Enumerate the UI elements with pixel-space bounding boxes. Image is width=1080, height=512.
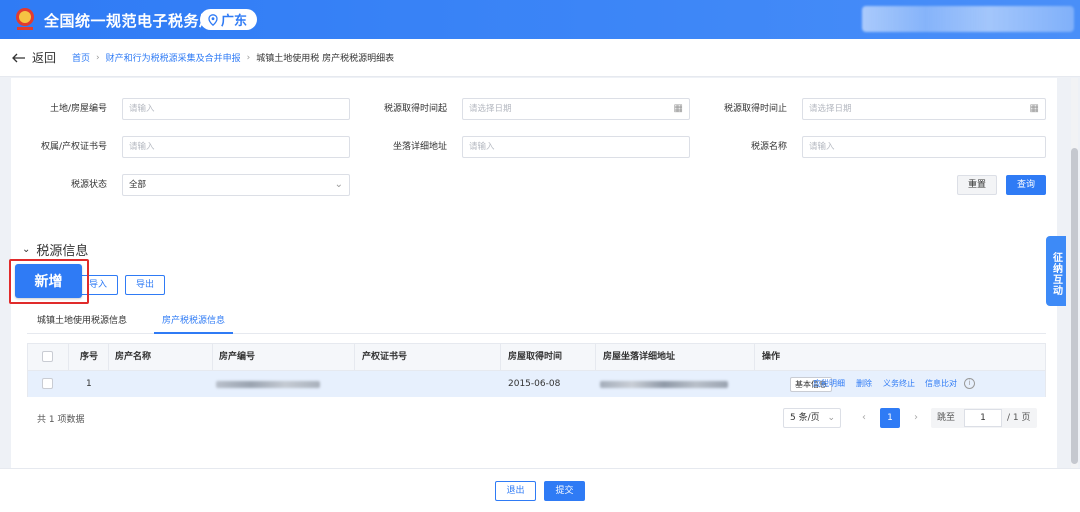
acquire-end-placeholder: 请选择日期 <box>809 104 852 114</box>
total-count: 共 1 项数据 <box>37 415 85 425</box>
section-title: 税源信息 <box>36 244 89 259</box>
breadcrumb-property-tax[interactable]: 财产和行为税税源采集及合并申报 <box>106 51 241 64</box>
delete-link[interactable]: 删除 <box>856 371 872 397</box>
status-value: 全部 <box>129 180 147 190</box>
main-panel: 土地/房屋编号 请输入 税源取得时间起 请选择日期 ▦ 税源取得时间止 请选择日… <box>11 78 1057 468</box>
chevron-right-icon: › <box>96 52 100 63</box>
chevron-down-icon: ⌄ <box>22 244 31 255</box>
col-address: 房屋坐落详细地址 <box>603 352 676 362</box>
col-acquire-date: 房屋取得时间 <box>508 352 563 362</box>
jump-label: 跳至 <box>937 413 956 423</box>
row-index: 1 <box>86 379 92 389</box>
jump-input[interactable]: 1 <box>964 409 1002 427</box>
tax-source-table: 序号 房产名称 房产编号 产权证书号 房屋取得时间 房屋坐落详细地址 操作 1 … <box>27 343 1046 397</box>
acquire-start-label: 税源取得时间起 <box>383 104 447 114</box>
col-index: 序号 <box>80 352 99 362</box>
property-cert-input[interactable]: 请输入 <box>122 136 350 158</box>
status-select[interactable]: 全部 ⌄ <box>122 174 350 196</box>
breadcrumb: 首页 › 财产和行为税税源采集及合并申报 › 城镇土地使用税 房产税税源明细表 <box>72 51 395 65</box>
arrow-left-icon <box>12 53 25 62</box>
region-selector[interactable]: 广东 <box>200 9 258 30</box>
chevron-down-icon: ⌄ <box>827 413 835 423</box>
tab-land-use-tax[interactable]: 城镇土地使用税源信息 <box>37 312 127 334</box>
section-header[interactable]: ⌄ 税源信息 <box>22 240 88 259</box>
page-size-value: 5 条/页 <box>790 413 820 423</box>
app-title: 全国统一规范电子税务局 <box>44 12 215 30</box>
chevron-down-icon: ⌄ <box>334 179 343 190</box>
region-label: 广东 <box>221 14 248 29</box>
add-button[interactable]: 新增 <box>15 264 82 298</box>
row-address-redacted <box>600 381 728 388</box>
row-code-redacted <box>216 381 320 388</box>
page-number-current[interactable]: 1 <box>880 408 900 428</box>
calendar-icon: ▦ <box>1029 103 1039 114</box>
back-button[interactable]: 返回 <box>12 49 56 66</box>
page-jump: 跳至 1 / 1 页 <box>931 408 1037 428</box>
page-total: / 1 页 <box>1007 413 1031 423</box>
info-compare-link[interactable]: 信息比对 <box>925 371 957 397</box>
info-circle-icon[interactable]: i <box>964 378 975 389</box>
acquire-start-date-picker[interactable]: 请选择日期 ▦ <box>462 98 690 120</box>
col-name: 房产名称 <box>115 352 152 362</box>
next-page-button[interactable]: › <box>908 408 924 428</box>
breadcrumb-current: 城镇土地使用税 房产税税源明细表 <box>256 54 395 64</box>
land-house-no-label: 土地/房屋编号 <box>49 104 107 114</box>
select-all-checkbox[interactable] <box>42 351 53 362</box>
col-code: 房产编号 <box>219 352 256 362</box>
back-label: 返回 <box>32 51 57 65</box>
address-input[interactable]: 请输入 <box>462 136 690 158</box>
acquire-end-date-picker[interactable]: 请选择日期 ▦ <box>802 98 1046 120</box>
row-checkbox[interactable] <box>42 378 53 389</box>
property-cert-label: 权属/产权证书号 <box>40 142 107 152</box>
tab-bar: 城镇土地使用税源信息 房产税税源信息 <box>27 312 1046 334</box>
export-button[interactable]: 导出 <box>125 275 165 295</box>
footer-bar: 退出 提交 <box>0 468 1080 512</box>
source-name-input[interactable]: 请输入 <box>802 136 1046 158</box>
submit-button[interactable]: 提交 <box>544 481 585 501</box>
location-pin-icon <box>208 13 218 26</box>
calendar-icon: ▦ <box>673 103 683 114</box>
page-size-select[interactable]: 5 条/页 ⌄ <box>783 408 841 428</box>
breadcrumb-bar: 返回 首页 › 财产和行为税税源采集及合并申报 › 城镇土地使用税 房产税税源明… <box>0 39 1080 77</box>
breadcrumb-home[interactable]: 首页 <box>72 51 90 64</box>
top-header-bar: 全国统一规范电子税务局 广东 <box>0 0 1080 39</box>
taxable-detail-link[interactable]: 应税明细 <box>813 371 845 397</box>
status-label: 税源状态 <box>70 180 107 190</box>
exit-button[interactable]: 退出 <box>495 481 536 501</box>
scrollbar-thumb[interactable] <box>1071 148 1078 464</box>
prev-page-button[interactable]: ‹ <box>856 408 872 428</box>
col-cert-no: 产权证书号 <box>362 352 408 362</box>
interaction-float-tab[interactable]: 征纳互动 <box>1046 236 1066 306</box>
query-button[interactable]: 查询 <box>1006 175 1046 195</box>
table-header: 序号 房产名称 房产编号 产权证书号 房屋取得时间 房屋坐落详细地址 操作 <box>28 344 1045 371</box>
acquire-end-label: 税源取得时间止 <box>723 104 787 114</box>
tax-emblem-icon <box>16 8 34 30</box>
acquire-start-placeholder: 请选择日期 <box>469 104 512 114</box>
reset-button[interactable]: 重置 <box>957 175 997 195</box>
row-acquire-date: 2015-06-08 <box>508 379 561 389</box>
table-row[interactable]: 1 2015-06-08 基本信息 应税明细 删除 义务终止 信息比对 i <box>28 371 1045 397</box>
page-scrollbar[interactable] <box>1071 78 1078 468</box>
address-label: 坐落详细地址 <box>392 142 447 152</box>
source-name-label: 税源名称 <box>750 142 787 152</box>
tab-property-tax[interactable]: 房产税税源信息 <box>154 312 234 334</box>
user-info-redacted[interactable] <box>862 6 1074 32</box>
terminate-obligation-link[interactable]: 义务终止 <box>883 371 915 397</box>
land-house-no-input[interactable]: 请输入 <box>122 98 350 120</box>
col-actions: 操作 <box>762 352 781 362</box>
chevron-right-icon: › <box>246 52 251 63</box>
